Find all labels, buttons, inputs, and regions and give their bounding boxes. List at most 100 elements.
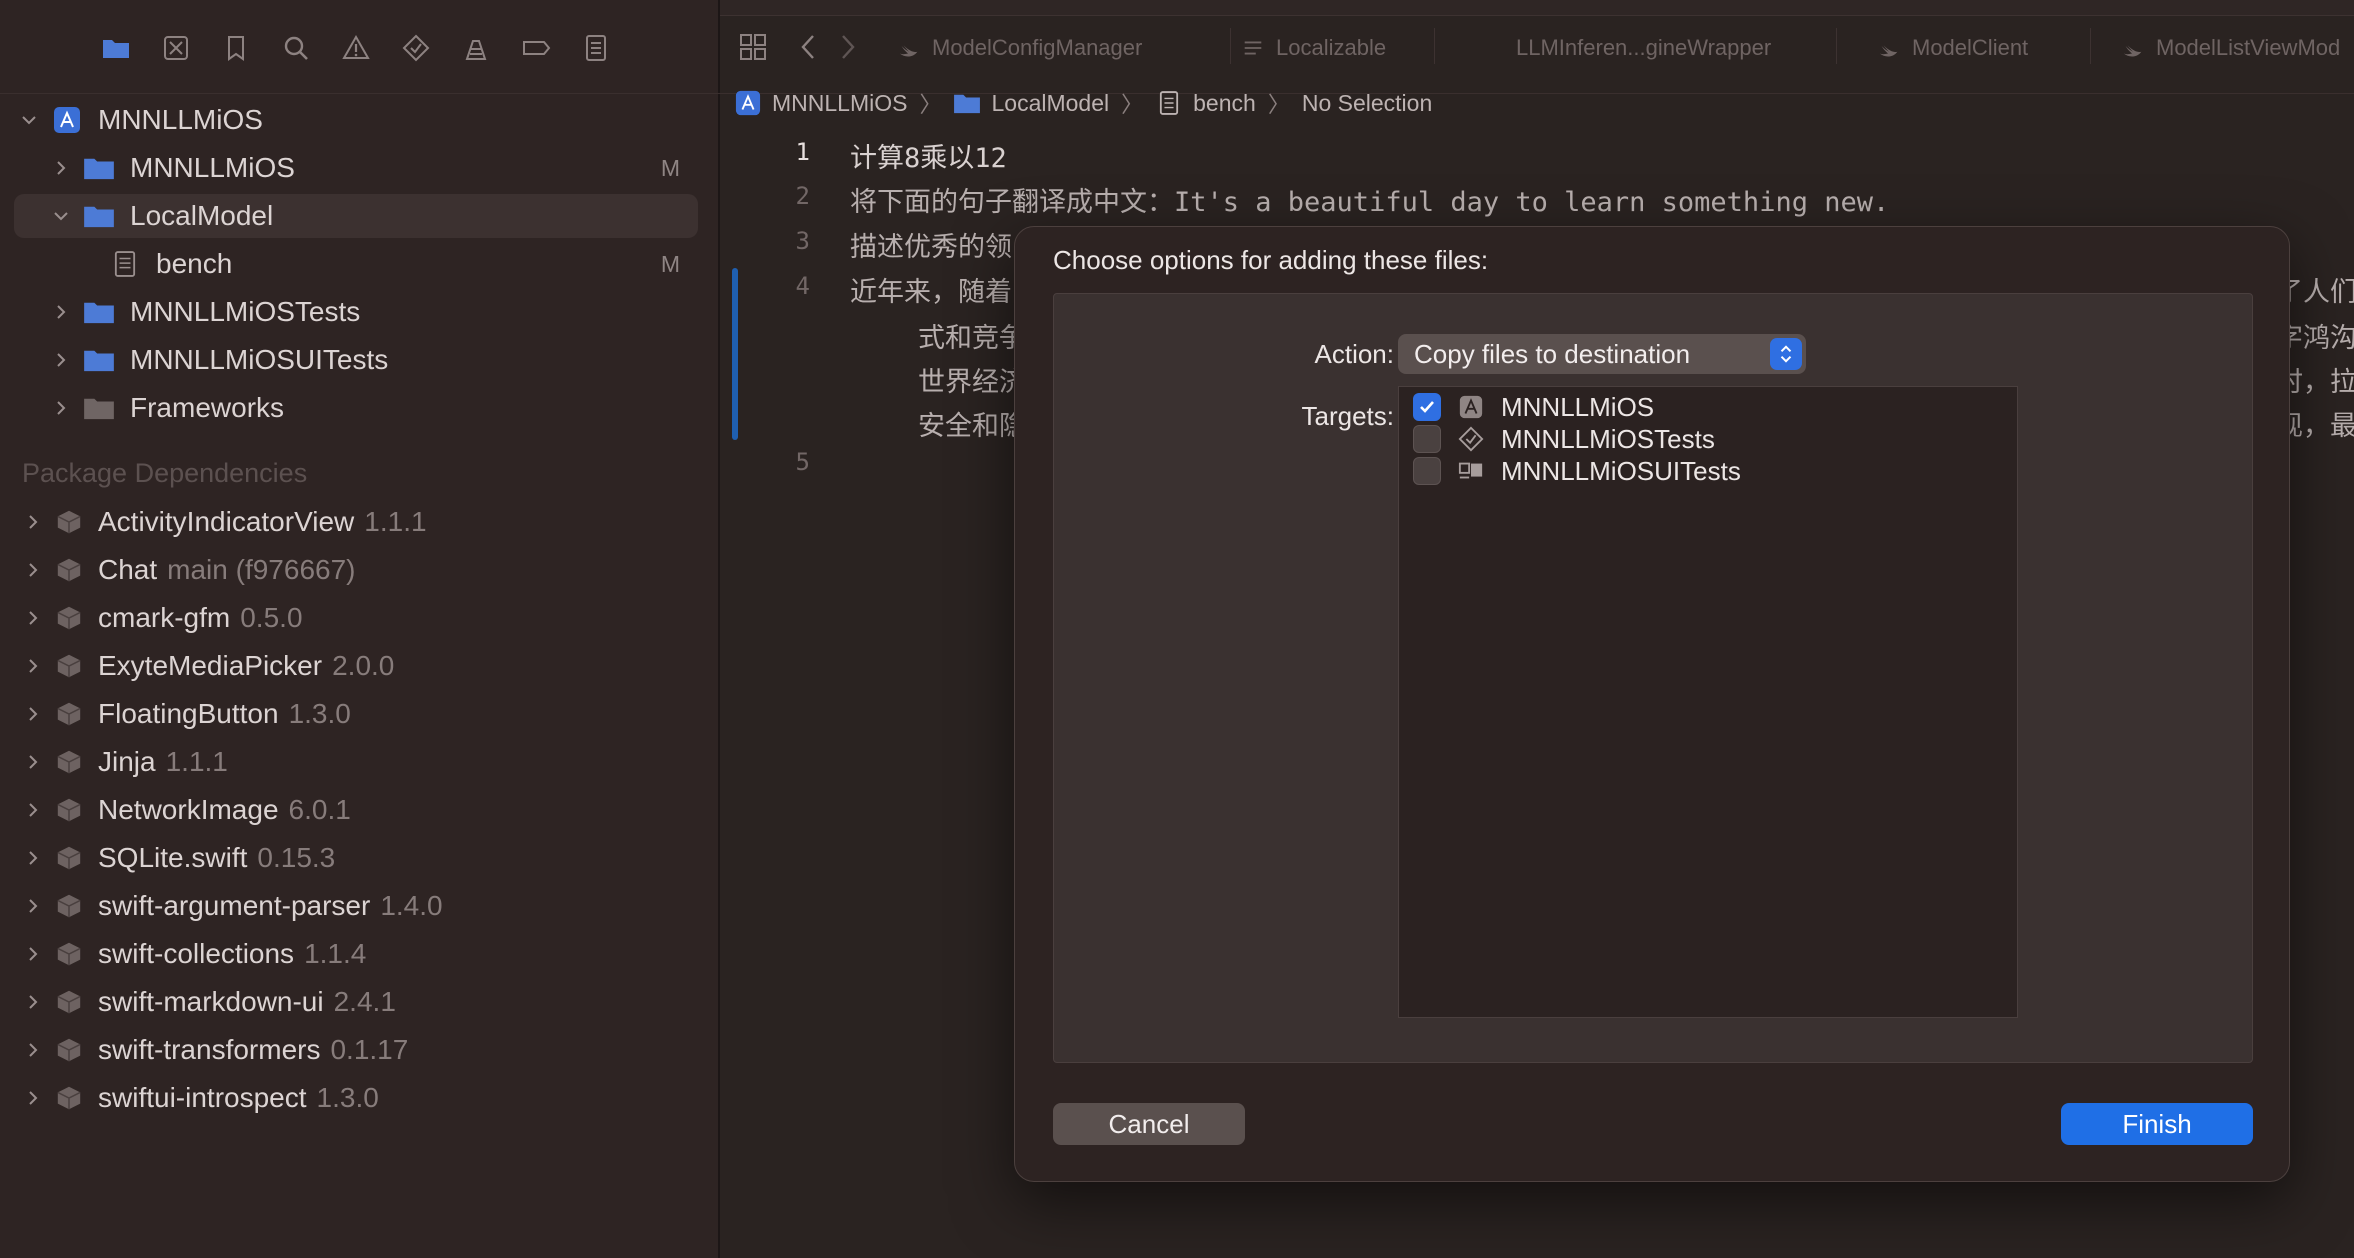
- find-icon[interactable]: [278, 30, 314, 66]
- tree-item-frameworks[interactable]: Frameworks: [50, 386, 284, 430]
- report-icon[interactable]: [578, 30, 614, 66]
- tab-label: ModelListViewMod: [2156, 35, 2341, 60]
- package-item[interactable]: ActivityIndicatorView 1.1.1: [22, 500, 427, 544]
- tab-label: Localizable: [1276, 35, 1387, 60]
- package-item[interactable]: Chat main (f976667): [22, 548, 356, 592]
- chevron-right-icon[interactable]: [22, 751, 44, 773]
- chevron-right-icon[interactable]: [22, 1087, 44, 1109]
- package-name: NetworkImage: [98, 794, 279, 825]
- package-name: swift-argument-parser: [98, 890, 371, 921]
- folder-icon[interactable]: [98, 30, 134, 66]
- chevron-right-icon[interactable]: [50, 157, 72, 179]
- package-item[interactable]: swift-collections 1.1.4: [22, 932, 366, 976]
- back-icon[interactable]: [792, 30, 826, 64]
- package-name: Chat: [98, 554, 158, 585]
- chevron-right-icon[interactable]: [22, 607, 44, 629]
- package-icon: [52, 747, 86, 777]
- action-popup-button[interactable]: Copy files to destination: [1398, 334, 1806, 374]
- target-row-mnnllmiosuitests[interactable]: MNNLLMiOSUITests: [1413, 451, 1741, 491]
- chevron-down-icon[interactable]: [18, 109, 40, 131]
- breadcrumb-folder[interactable]: LocalModel: [953, 89, 1109, 117]
- tree-item-mnnllmios[interactable]: MNNLLMiOS M: [50, 146, 700, 190]
- package-item[interactable]: swift-markdown-ui 2.4.1: [22, 980, 396, 1024]
- package-item[interactable]: ExyteMediaPicker 2.0.0: [22, 644, 394, 688]
- project-name: MNNLLMiOS: [98, 104, 263, 135]
- chevron-up-down-icon[interactable]: [1770, 338, 1802, 370]
- chevron-right-icon[interactable]: [22, 1039, 44, 1061]
- bookmark-icon[interactable]: [218, 30, 254, 66]
- tree-item-localmodel[interactable]: LocalModel: [14, 194, 698, 238]
- breadcrumb-separator: 〉: [1267, 92, 1290, 117]
- checkbox-unchecked[interactable]: [1413, 457, 1441, 485]
- tab-modelclient[interactable]: ModelClient: [1876, 30, 2028, 66]
- package-name: swift-collections: [98, 938, 295, 969]
- forward-icon[interactable]: [830, 30, 864, 64]
- tab-label: LLMInferen...gineWrapper: [1516, 35, 1772, 60]
- project-root[interactable]: MNNLLMiOS: [18, 98, 263, 142]
- tree-item-mnnllmiostests[interactable]: MNNLLMiOSTests: [50, 290, 360, 334]
- package-version: 0.15.3: [257, 842, 336, 873]
- debug-icon[interactable]: [458, 30, 494, 66]
- breadcrumb: MNNLLMiOS 〉 LocalModel 〉 bench 〉 No Sele…: [734, 82, 1432, 124]
- breadcrumb-selection[interactable]: No Selection: [1302, 90, 1432, 117]
- chevron-right-icon[interactable]: [22, 847, 44, 869]
- package-icon: [52, 891, 86, 921]
- package-item[interactable]: Jinja 1.1.1: [22, 740, 228, 784]
- package-version: 2.0.0: [332, 650, 395, 681]
- chevron-down-icon[interactable]: [50, 205, 72, 227]
- package-item[interactable]: FloatingButton 1.3.0: [22, 692, 351, 736]
- chevron-right-icon[interactable]: [50, 349, 72, 371]
- package-item[interactable]: NetworkImage 6.0.1: [22, 788, 351, 832]
- package-item[interactable]: swiftui-introspect 1.3.0: [22, 1076, 379, 1120]
- package-item[interactable]: swift-transformers 0.1.17: [22, 1028, 408, 1072]
- issue-icon[interactable]: [338, 30, 374, 66]
- test-icon[interactable]: [398, 30, 434, 66]
- folder-icon: [82, 345, 116, 375]
- chevron-right-icon[interactable]: [22, 991, 44, 1013]
- targets-list[interactable]: MNNLLMiOS MNNLLMiOSTests MNNLLMiOSUITest…: [1398, 386, 2018, 1018]
- source-control-icon[interactable]: [158, 30, 194, 66]
- chevron-right-icon[interactable]: [22, 799, 44, 821]
- folder-icon: [82, 201, 116, 231]
- checkbox-unchecked[interactable]: [1413, 425, 1441, 453]
- cancel-button[interactable]: Cancel: [1053, 1103, 1245, 1145]
- chevron-right-icon[interactable]: [22, 703, 44, 725]
- checkbox-checked[interactable]: [1413, 393, 1441, 421]
- package-icon: [52, 795, 86, 825]
- line-text: 描述优秀的领: [850, 232, 1012, 263]
- code-line[interactable]: 1 计算8乘以12: [720, 134, 2354, 178]
- package-icon: [52, 939, 86, 969]
- chevron-right-icon[interactable]: [50, 301, 72, 323]
- tab-modelconfigmanager[interactable]: ModelConfigManager: [896, 30, 1142, 66]
- tree-item-bench[interactable]: bench M: [98, 242, 700, 286]
- package-version: 6.0.1: [288, 794, 351, 825]
- package-name: FloatingButton: [98, 698, 279, 729]
- chevron-right-icon[interactable]: [22, 559, 44, 581]
- package-version: main (f976667): [167, 554, 356, 585]
- code-line[interactable]: 2 将下面的句子翻译成中文：It's a beautiful day to le…: [720, 178, 2354, 222]
- tab-modellistviewmodel[interactable]: ModelListViewMod: [2120, 30, 2340, 66]
- package-item[interactable]: SQLite.swift 0.15.3: [22, 836, 335, 880]
- tab-llminference-wrapper[interactable]: LLMInferen...gineWrapper: [1516, 30, 1771, 66]
- tab-localizable[interactable]: Localizable: [1240, 30, 1386, 66]
- package-name: swift-markdown-ui: [98, 986, 324, 1017]
- tree-item-mnnllmiosuitests[interactable]: MNNLLMiOSUITests: [50, 338, 388, 382]
- package-name: SQLite.swift: [98, 842, 248, 873]
- finish-button[interactable]: Finish: [2061, 1103, 2253, 1145]
- action-label: Action:: [1314, 338, 1395, 369]
- chevron-right-icon[interactable]: [22, 943, 44, 965]
- chevron-right-icon[interactable]: [22, 895, 44, 917]
- breakpoint-icon[interactable]: [518, 30, 554, 66]
- breadcrumb-label: bench: [1193, 89, 1256, 116]
- chevron-right-icon[interactable]: [50, 397, 72, 419]
- action-value: Copy files to destination: [1414, 338, 1691, 369]
- package-item[interactable]: swift-argument-parser 1.4.0: [22, 884, 443, 928]
- swift-file-icon: [896, 35, 922, 61]
- grid-icon[interactable]: [736, 30, 770, 64]
- chevron-right-icon[interactable]: [22, 511, 44, 533]
- chevron-right-icon[interactable]: [22, 655, 44, 677]
- breadcrumb-project[interactable]: MNNLLMiOS: [734, 89, 907, 117]
- breadcrumb-file[interactable]: bench: [1155, 89, 1256, 117]
- package-item[interactable]: cmark-gfm 0.5.0: [22, 596, 303, 640]
- package-version: 1.3.0: [316, 1082, 379, 1113]
